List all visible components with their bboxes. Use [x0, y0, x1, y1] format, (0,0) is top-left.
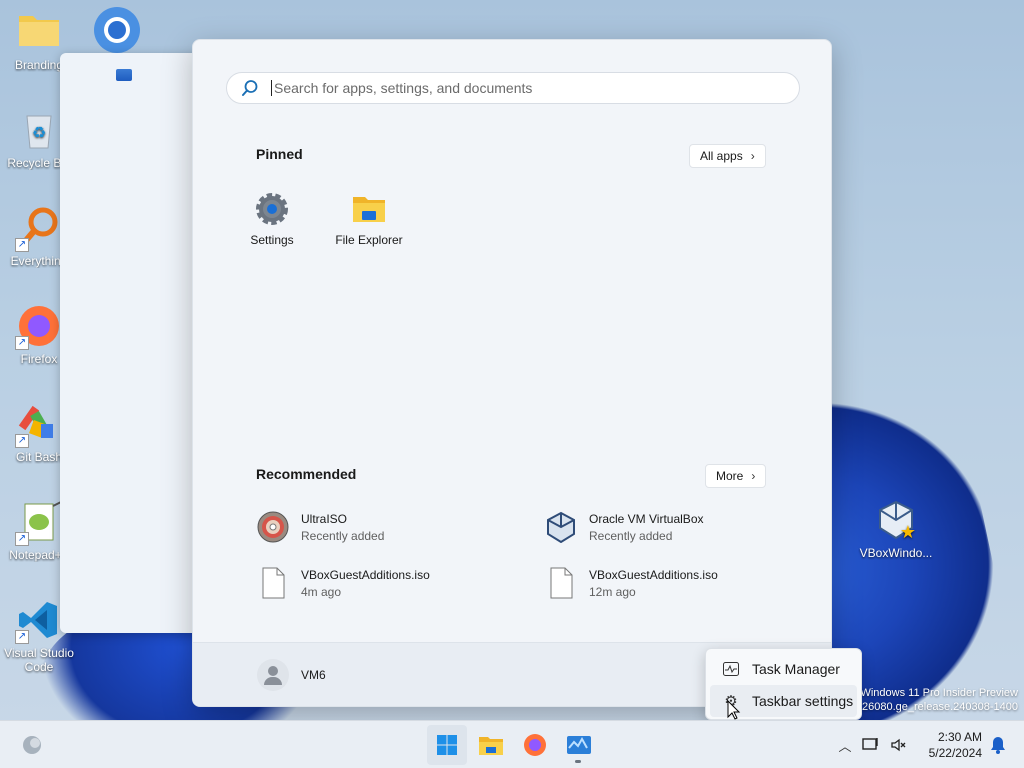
- text-caret: [271, 80, 272, 96]
- recycle-bin-icon: ♻: [17, 108, 61, 152]
- firefox-icon: [524, 734, 546, 756]
- user-name: VM6: [301, 668, 326, 682]
- folder-icon: [17, 10, 61, 54]
- chevron-right-icon: ›: [751, 469, 756, 483]
- recommended-sub: Recently added: [301, 528, 385, 543]
- svg-text:♻: ♻: [32, 125, 46, 142]
- notepad-plus-plus-icon: ↗: [15, 500, 62, 546]
- pinned-item-label: File Explorer: [335, 233, 403, 247]
- virtualbox-icon: ★: [874, 498, 918, 542]
- recommended-item-iso-2[interactable]: VBoxGuestAdditions.iso 12m ago: [545, 567, 805, 599]
- desktop-icon-vboxwindows[interactable]: ★ VBoxWindo...: [858, 498, 934, 560]
- taskbar-app-monitor[interactable]: [559, 725, 599, 765]
- windows-logo-icon: [437, 735, 457, 755]
- more-button[interactable]: More ›: [705, 464, 767, 488]
- file-explorer-icon: [351, 191, 387, 227]
- menu-item-task-manager[interactable]: Task Manager: [710, 653, 857, 685]
- avatar: [257, 659, 289, 691]
- taskbar-file-explorer[interactable]: [471, 725, 511, 765]
- git-bash-icon: ↗: [15, 402, 61, 448]
- menu-item-label: Taskbar settings: [752, 693, 854, 709]
- recommended-item-iso-1[interactable]: VBoxGuestAdditions.iso 4m ago: [257, 567, 517, 599]
- virtualbox-icon: [545, 511, 577, 544]
- clock-date: 5/22/2024: [928, 746, 982, 760]
- settings-gear-icon: [254, 191, 290, 227]
- all-apps-label: All apps: [700, 149, 743, 163]
- browser-shortcut-icon[interactable]: [94, 7, 140, 53]
- chevron-up-icon[interactable]: ︿: [834, 736, 856, 755]
- disc-icon: [257, 511, 289, 543]
- widgets-button[interactable]: [12, 725, 52, 765]
- speaker-muted-icon[interactable]: [886, 737, 910, 753]
- weather-cloud-icon: [23, 736, 41, 754]
- taskbar: ︿ 2:30 AM 5/22/2024: [0, 720, 1024, 768]
- recommended-sub: 12m ago: [589, 584, 636, 599]
- background-window[interactable]: [60, 53, 200, 633]
- recommended-sub: Recently added: [589, 528, 673, 543]
- all-apps-button[interactable]: All apps ›: [689, 144, 766, 168]
- pinned-item-label: Settings: [250, 233, 294, 247]
- pinned-settings[interactable]: Settings: [224, 191, 320, 247]
- search-icon: [242, 80, 258, 96]
- svg-text:★: ★: [900, 522, 916, 542]
- notification-bell-icon[interactable]: [990, 736, 1006, 759]
- more-label: More: [716, 469, 744, 483]
- recommended-title: Recommended: [256, 466, 357, 482]
- recommended-item-ultraiso[interactable]: UltraISO Recently added: [257, 511, 517, 543]
- everything-search-icon: ↗: [15, 206, 61, 252]
- pinned-file-explorer[interactable]: File Explorer: [321, 191, 417, 247]
- network-icon[interactable]: [856, 737, 886, 753]
- system-tray: ︿: [834, 721, 910, 768]
- start-button[interactable]: [427, 725, 467, 765]
- recommended-sub: 4m ago: [301, 584, 342, 599]
- recommended-name: UltraISO: [301, 511, 348, 526]
- mouse-pointer-icon: [727, 700, 741, 720]
- taskbar-firefox[interactable]: [515, 725, 555, 765]
- recommended-name: VBoxGuestAdditions.iso: [301, 567, 430, 582]
- app-thumbnail-icon: [116, 69, 132, 81]
- performance-monitor-icon: [567, 736, 591, 754]
- file-icon: [545, 567, 577, 599]
- running-indicator: [575, 760, 581, 763]
- file-explorer-icon: [479, 737, 503, 755]
- firefox-icon: ↗: [15, 304, 61, 350]
- search-input[interactable]: [274, 80, 774, 96]
- recommended-name: VBoxGuestAdditions.iso: [589, 567, 718, 582]
- clock[interactable]: 2:30 AM 5/22/2024: [929, 729, 982, 761]
- vscode-icon: ↗: [15, 598, 61, 644]
- task-manager-icon: [722, 660, 740, 678]
- start-menu: Pinned All apps › Settings File Explorer…: [192, 39, 832, 707]
- recommended-item-virtualbox[interactable]: Oracle VM VirtualBox Recently added: [545, 511, 805, 544]
- chevron-right-icon: ›: [750, 149, 755, 163]
- clock-time: 2:30 AM: [937, 730, 982, 744]
- recommended-name: Oracle VM VirtualBox: [589, 511, 704, 526]
- pinned-title: Pinned: [256, 146, 303, 162]
- start-search-box[interactable]: [226, 72, 800, 104]
- file-icon: [257, 567, 289, 599]
- menu-item-label: Task Manager: [752, 661, 840, 677]
- user-account-button[interactable]: VM6: [257, 659, 326, 691]
